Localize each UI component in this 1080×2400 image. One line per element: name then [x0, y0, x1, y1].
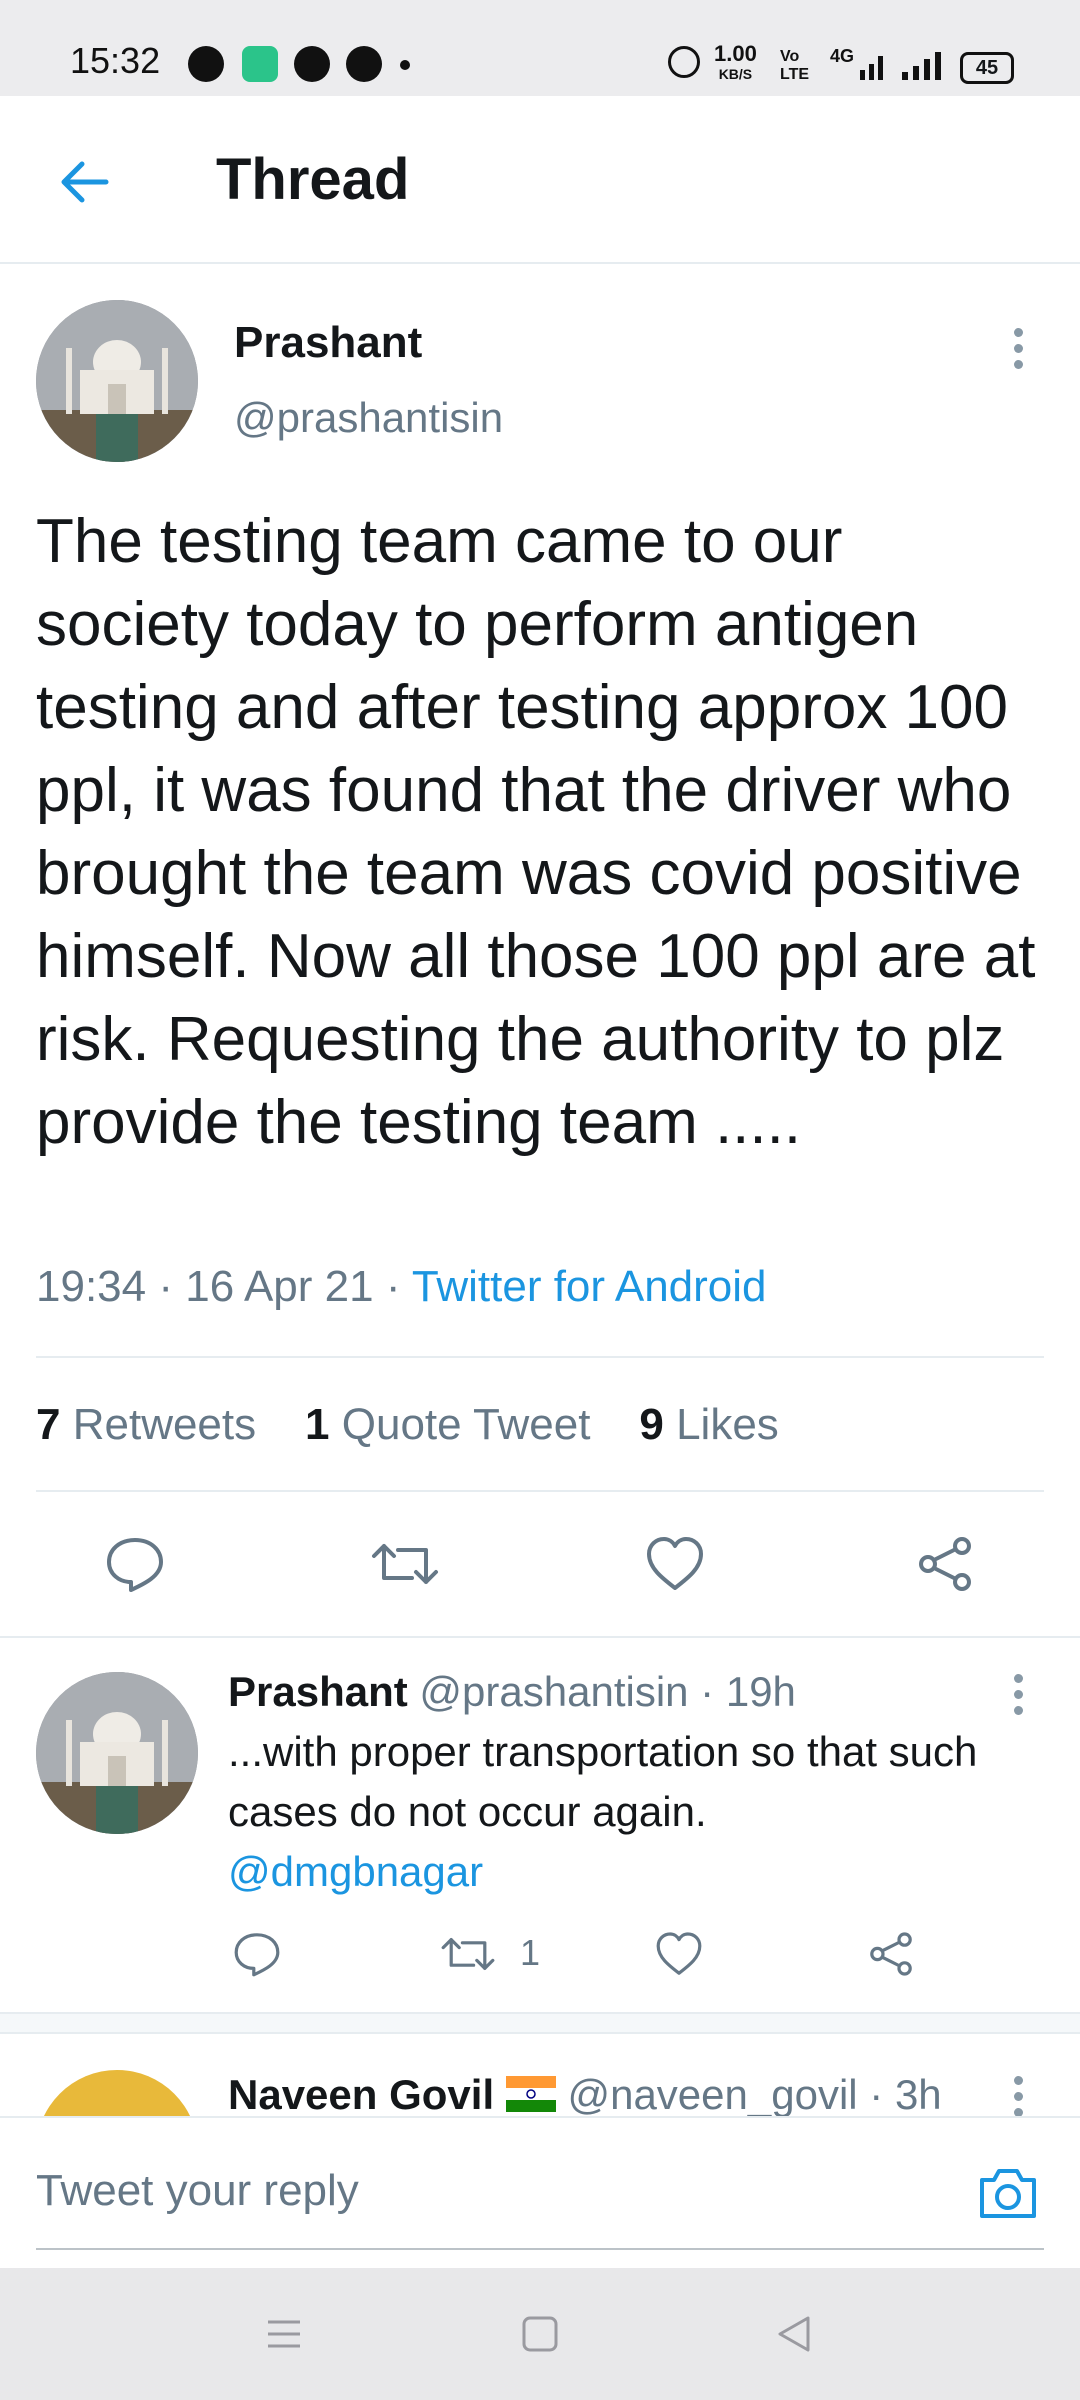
- reply-author-name[interactable]: Prashant: [228, 1668, 408, 1715]
- reply-author-handle[interactable]: @prashantisin: [419, 1668, 688, 1715]
- camera-icon[interactable]: [976, 2164, 1040, 2227]
- divider: [0, 1636, 1080, 1638]
- more-icon[interactable]: [1012, 1674, 1024, 1722]
- reply-age: 19h: [725, 1668, 796, 1715]
- alarm-icon: [668, 46, 700, 78]
- home-nav-icon[interactable]: [520, 2314, 560, 2359]
- reply-avatar[interactable]: [36, 1672, 198, 1834]
- network-type: 4G: [830, 46, 855, 66]
- next-reply-avatar[interactable]: [36, 2070, 198, 2116]
- divider: [0, 2032, 1080, 2034]
- divider: [36, 1490, 1044, 1492]
- signal-icon-1: [860, 50, 886, 85]
- tweet-text: The testing team came to our society tod…: [36, 507, 1036, 1157]
- author-name[interactable]: Prashant: [234, 318, 422, 368]
- tweet-time: 19:34: [36, 1262, 147, 1311]
- divider: [36, 1356, 1044, 1358]
- share-icon[interactable]: [914, 1534, 976, 1599]
- tweet-stats: 7 Retweets 1 Quote Tweet 9 Likes: [36, 1400, 779, 1450]
- tweet-meta: 19:34 · 16 Apr 21 · Twitter for Android: [36, 1262, 767, 1311]
- next-reply-author-handle[interactable]: @naveen_govil: [567, 2071, 857, 2116]
- notification-icon: [188, 46, 224, 82]
- retweet-count: 1: [520, 1932, 541, 1973]
- menu-nav-icon[interactable]: [264, 2316, 304, 2357]
- reply-icon[interactable]: [232, 1930, 282, 1983]
- messenger-icon: [294, 46, 330, 82]
- retweet-icon[interactable]: [440, 1930, 496, 1983]
- status-time: 15:32: [70, 40, 161, 81]
- back-nav-icon[interactable]: [774, 2314, 814, 2359]
- back-arrow-icon[interactable]: [56, 154, 112, 210]
- reply-header: Prashant @prashantisin · 19h: [228, 1668, 796, 1715]
- retweet-icon[interactable]: [370, 1534, 440, 1599]
- volte-indicator: Vo LTE: [780, 48, 810, 83]
- reply-icon[interactable]: [104, 1534, 166, 1599]
- thread-gap: [0, 2014, 1080, 2032]
- like-icon[interactable]: [654, 1930, 704, 1983]
- tweet-date: 16 Apr 21: [185, 1262, 374, 1311]
- page-title: Thread: [216, 147, 410, 212]
- like-icon[interactable]: [644, 1534, 706, 1599]
- next-reply-author-name[interactable]: Naveen Govil: [228, 2071, 494, 2116]
- signal-icon-2: [902, 50, 944, 85]
- india-flag-icon: [505, 2073, 556, 2116]
- mention-link[interactable]: @dmgbnagar: [228, 1848, 483, 1895]
- next-reply-age: 3h: [894, 2071, 942, 2116]
- author-handle[interactable]: @prashantisin: [234, 394, 503, 442]
- share-icon[interactable]: [866, 1930, 916, 1983]
- reply-text: ...with proper transportation so that su…: [228, 1728, 978, 1895]
- quote-tweets-stat[interactable]: 1 Quote Tweet: [305, 1400, 590, 1449]
- more-icon[interactable]: [1012, 2076, 1024, 2116]
- reply-input[interactable]: Tweet your reply: [36, 2166, 359, 2216]
- likes-stat[interactable]: 9 Likes: [639, 1400, 778, 1449]
- net-speed: 1.00 KB/S: [714, 41, 757, 83]
- jio-icon: [346, 46, 382, 82]
- next-reply-header: Naveen Govil @naveen_govil · 3h: [228, 2070, 942, 2116]
- thread-header: [0, 96, 1080, 264]
- battery-indicator: 45: [960, 52, 1014, 84]
- more-icon[interactable]: [1012, 328, 1024, 376]
- tweet-source[interactable]: Twitter for Android: [412, 1262, 767, 1311]
- avatar[interactable]: [36, 300, 198, 462]
- app-notification-icon: [242, 46, 278, 82]
- retweets-stat[interactable]: 7 Retweets: [36, 1400, 256, 1449]
- more-notifications-dot: [400, 60, 410, 70]
- compose-underline: [36, 2248, 1044, 2250]
